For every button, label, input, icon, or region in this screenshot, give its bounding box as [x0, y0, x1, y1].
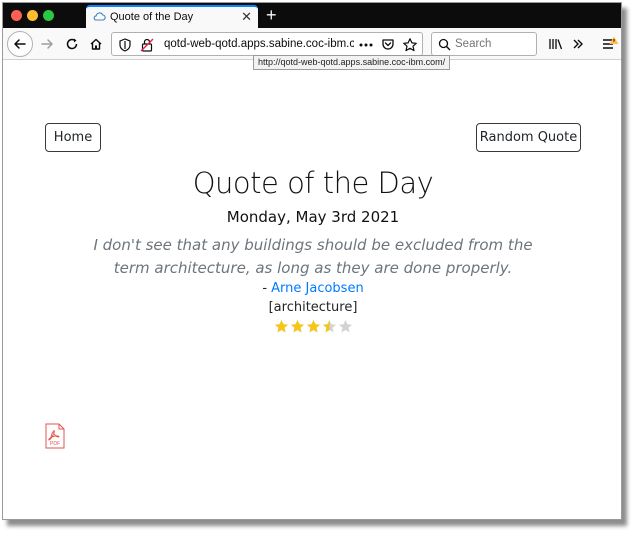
url-text[interactable]: qotd-web-qotd.apps.sabine.coc-ibm.co	[164, 38, 354, 50]
close-tab-icon[interactable]: ✕	[241, 9, 252, 25]
back-arrow-icon	[14, 39, 26, 49]
shield-icon[interactable]	[117, 37, 133, 53]
quote-date: Monday, May 3rd 2021	[226, 208, 400, 226]
home-link-button[interactable]: Home	[45, 123, 101, 152]
tab-strip: Quote of the Day ✕ +	[3, 3, 621, 28]
web-page: Home Random Quote Quote of the Day Monda…	[3, 61, 621, 519]
page-title: Quote of the Day	[192, 166, 434, 200]
bookmark-star-icon[interactable]	[402, 37, 418, 53]
tab-quote-of-the-day[interactable]: Quote of the Day ✕	[86, 5, 258, 28]
author-link[interactable]: Arne Jacobsen	[271, 281, 364, 296]
star-icon	[275, 320, 288, 333]
app-menu-button[interactable]	[598, 32, 621, 56]
home-icon	[90, 38, 102, 50]
search-icon	[438, 38, 451, 51]
insecure-lock-icon[interactable]	[139, 37, 155, 53]
pdf-icon[interactable]: PDF	[44, 423, 66, 449]
double-chevron-icon	[573, 39, 583, 49]
star-icon	[307, 320, 320, 333]
address-bar[interactable]: qotd-web-qotd.apps.sabine.coc-ibm.co	[111, 32, 423, 56]
hamburger-icon	[603, 36, 619, 49]
cloud-icon	[93, 12, 106, 21]
browser-window: Quote of the Day ✕ + qotd-web-qotd.apps.…	[2, 2, 622, 520]
library-button[interactable]	[544, 32, 568, 56]
forward-button[interactable]	[35, 32, 59, 56]
quote-text: I don't see that any buildings should be…	[93, 236, 533, 277]
svg-text:PDF: PDF	[50, 441, 60, 447]
tab-title: Quote of the Day	[110, 11, 194, 23]
random-quote-button[interactable]: Random Quote	[476, 123, 581, 152]
minimize-window-button[interactable]	[27, 10, 38, 21]
new-tab-button[interactable]: +	[266, 5, 277, 25]
url-tooltip: http://qotd-web-qotd.apps.sabine.coc-ibm…	[253, 55, 451, 70]
pocket-icon[interactable]	[380, 37, 396, 53]
library-icon	[549, 39, 563, 50]
star-icon	[291, 320, 304, 333]
close-window-button[interactable]	[11, 10, 22, 21]
page-actions-icon[interactable]	[358, 42, 374, 48]
overflow-menu-button[interactable]	[566, 32, 590, 56]
back-button[interactable]	[7, 31, 33, 57]
search-input[interactable]: Search	[455, 38, 491, 50]
star-icon	[339, 320, 352, 333]
star-rating	[274, 319, 353, 335]
reload-icon	[66, 38, 78, 50]
star-icon	[323, 320, 336, 333]
author-prefix: -	[262, 281, 272, 296]
author-line: - Arne Jacobsen	[3, 281, 621, 296]
home-button[interactable]	[84, 32, 108, 56]
search-bar[interactable]: Search	[431, 32, 537, 56]
maximize-window-button[interactable]	[43, 10, 54, 21]
forward-arrow-icon	[41, 39, 53, 49]
reload-button[interactable]	[60, 32, 84, 56]
quote-category: [architecture]	[268, 300, 358, 315]
